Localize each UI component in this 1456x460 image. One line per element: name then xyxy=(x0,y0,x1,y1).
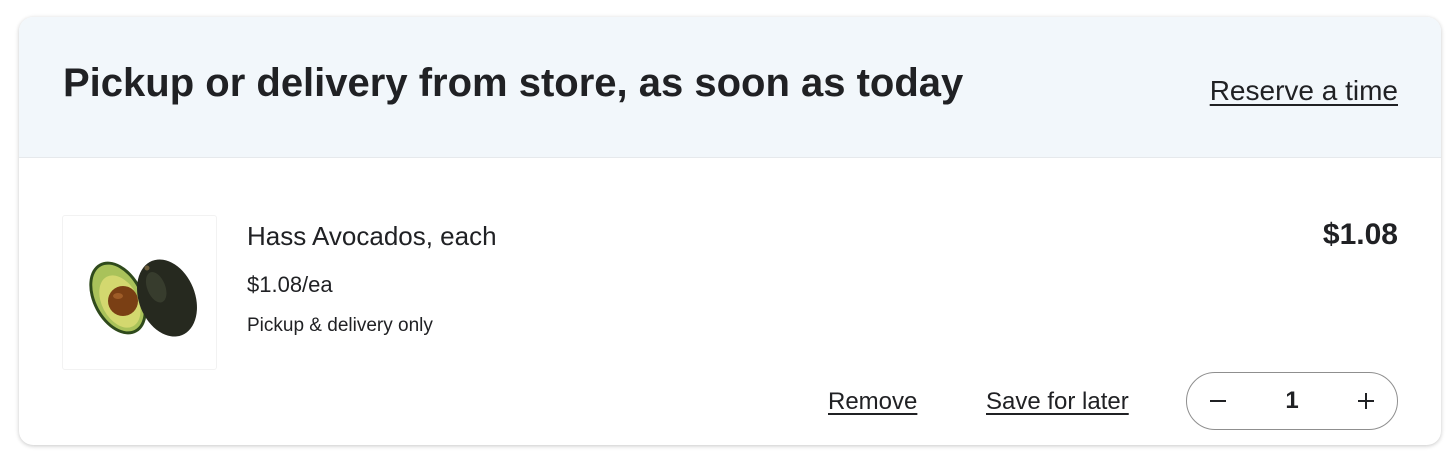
quantity-value: 1 xyxy=(1285,387,1299,414)
line-total-price: $1.08 xyxy=(1322,218,1398,251)
fulfillment-note: Pickup & delivery only xyxy=(247,315,433,336)
section-title: Pickup or delivery from store, as soon a… xyxy=(63,61,964,105)
quantity-stepper: 1 xyxy=(1186,372,1398,430)
pickup-delivery-card: Pickup or delivery from store, as soon a… xyxy=(19,17,1441,445)
save-for-later-button[interactable]: Save for later xyxy=(986,388,1129,416)
minus-icon xyxy=(1210,400,1226,402)
product-name[interactable]: Hass Avocados, each xyxy=(247,221,497,252)
product-image[interactable] xyxy=(62,215,217,370)
increase-quantity-button[interactable] xyxy=(1337,373,1395,429)
unit-price: $1.08/ea xyxy=(247,272,333,297)
decrease-quantity-button[interactable] xyxy=(1189,373,1247,429)
reserve-time-link[interactable]: Reserve a time xyxy=(1210,75,1398,107)
avocado-icon xyxy=(89,259,197,337)
remove-button[interactable]: Remove xyxy=(828,388,917,416)
card-header: Pickup or delivery from store, as soon a… xyxy=(19,17,1441,158)
plus-icon xyxy=(1358,393,1374,409)
